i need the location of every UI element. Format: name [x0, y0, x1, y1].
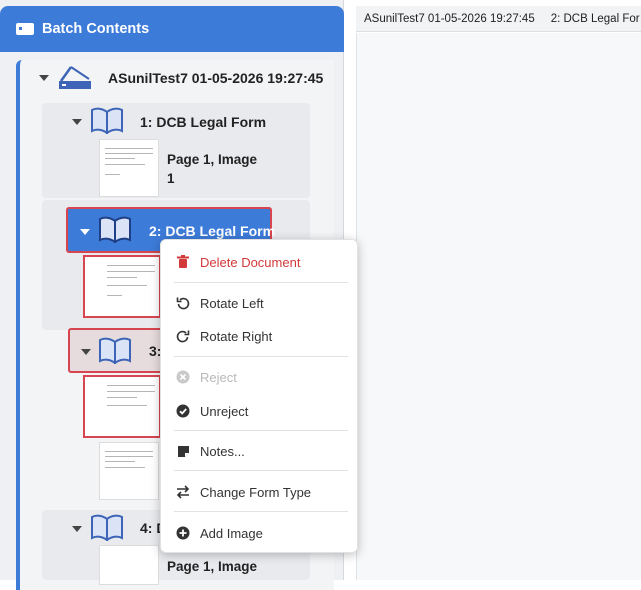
doc-caret-icon[interactable]: [80, 229, 90, 235]
menu-unreject[interactable]: Unreject: [161, 395, 359, 427]
page-thumbnail[interactable]: [99, 139, 159, 197]
tab-document[interactable]: 2: DCB Legal For: [543, 13, 641, 25]
menu-add-image[interactable]: Add Image: [161, 517, 359, 549]
batch-caret-icon[interactable]: [39, 75, 49, 81]
menu-label: Change Form Type: [200, 484, 312, 500]
page-label[interactable]: Page 1, Image: [167, 557, 257, 576]
viewer-area: [356, 33, 641, 580]
menu-rotate-left[interactable]: Rotate Left: [161, 287, 359, 319]
menu-delete-document[interactable]: Delete Document: [161, 246, 359, 278]
menu-change-form-type[interactable]: Change Form Type: [161, 476, 359, 508]
book-icon: [91, 107, 123, 134]
menu-divider: [174, 470, 348, 471]
scanner-icon: [59, 66, 91, 89]
doc-caret-icon[interactable]: [72, 526, 82, 532]
menu-label: Delete Document: [200, 254, 301, 270]
panel-header: Batch Contents: [0, 6, 344, 52]
document-label[interactable]: 1: DCB Legal Form: [140, 114, 266, 130]
document-label[interactable]: 2: DCB Legal Form: [149, 223, 275, 239]
trash-icon: [176, 255, 190, 269]
menu-label: Add Image: [200, 525, 263, 541]
viewer-tab-bar: ASunilTest7 01-05-2026 19:27:45 2: DCB L…: [356, 6, 641, 32]
menu-label: Reject: [200, 369, 237, 385]
page-thumbnail[interactable]: [99, 442, 159, 500]
note-icon: [176, 444, 190, 458]
doc-caret-icon[interactable]: [81, 349, 91, 355]
menu-divider: [174, 430, 348, 431]
tab-batch[interactable]: ASunilTest7 01-05-2026 19:27:45: [356, 13, 543, 25]
book-icon: [99, 337, 131, 364]
menu-divider: [174, 282, 348, 283]
doc-caret-icon[interactable]: [72, 119, 82, 125]
menu-notes[interactable]: Notes...: [161, 435, 359, 467]
context-menu: Delete Document Rotate Left Rotate Right…: [160, 239, 358, 553]
panel-title: Batch Contents: [42, 21, 150, 37]
menu-label: Rotate Left: [200, 295, 264, 311]
menu-label: Rotate Right: [200, 328, 273, 344]
page-thumbnail[interactable]: [83, 375, 161, 438]
rotate-right-icon: [176, 329, 190, 343]
page-label[interactable]: Page 1, Image 1: [167, 150, 267, 188]
menu-label: Unreject: [200, 403, 249, 419]
batch-name[interactable]: ASunilTest7 01-05-2026 19:27:45: [108, 70, 323, 86]
book-icon: [99, 216, 131, 243]
page-thumbnail[interactable]: [83, 255, 161, 318]
batch-icon: [16, 23, 34, 35]
rotate-left-icon: [176, 296, 190, 310]
plus-circle-icon: [176, 526, 190, 540]
menu-rotate-right[interactable]: Rotate Right: [161, 320, 359, 352]
swap-arrows-icon: [176, 485, 190, 499]
menu-reject[interactable]: Reject: [161, 361, 359, 393]
book-icon: [91, 514, 123, 541]
menu-divider: [174, 356, 348, 357]
page-thumbnail[interactable]: [99, 545, 159, 585]
menu-divider: [174, 511, 348, 512]
x-circle-icon: [176, 370, 190, 384]
menu-label: Notes...: [200, 443, 245, 459]
check-circle-icon: [176, 404, 190, 418]
